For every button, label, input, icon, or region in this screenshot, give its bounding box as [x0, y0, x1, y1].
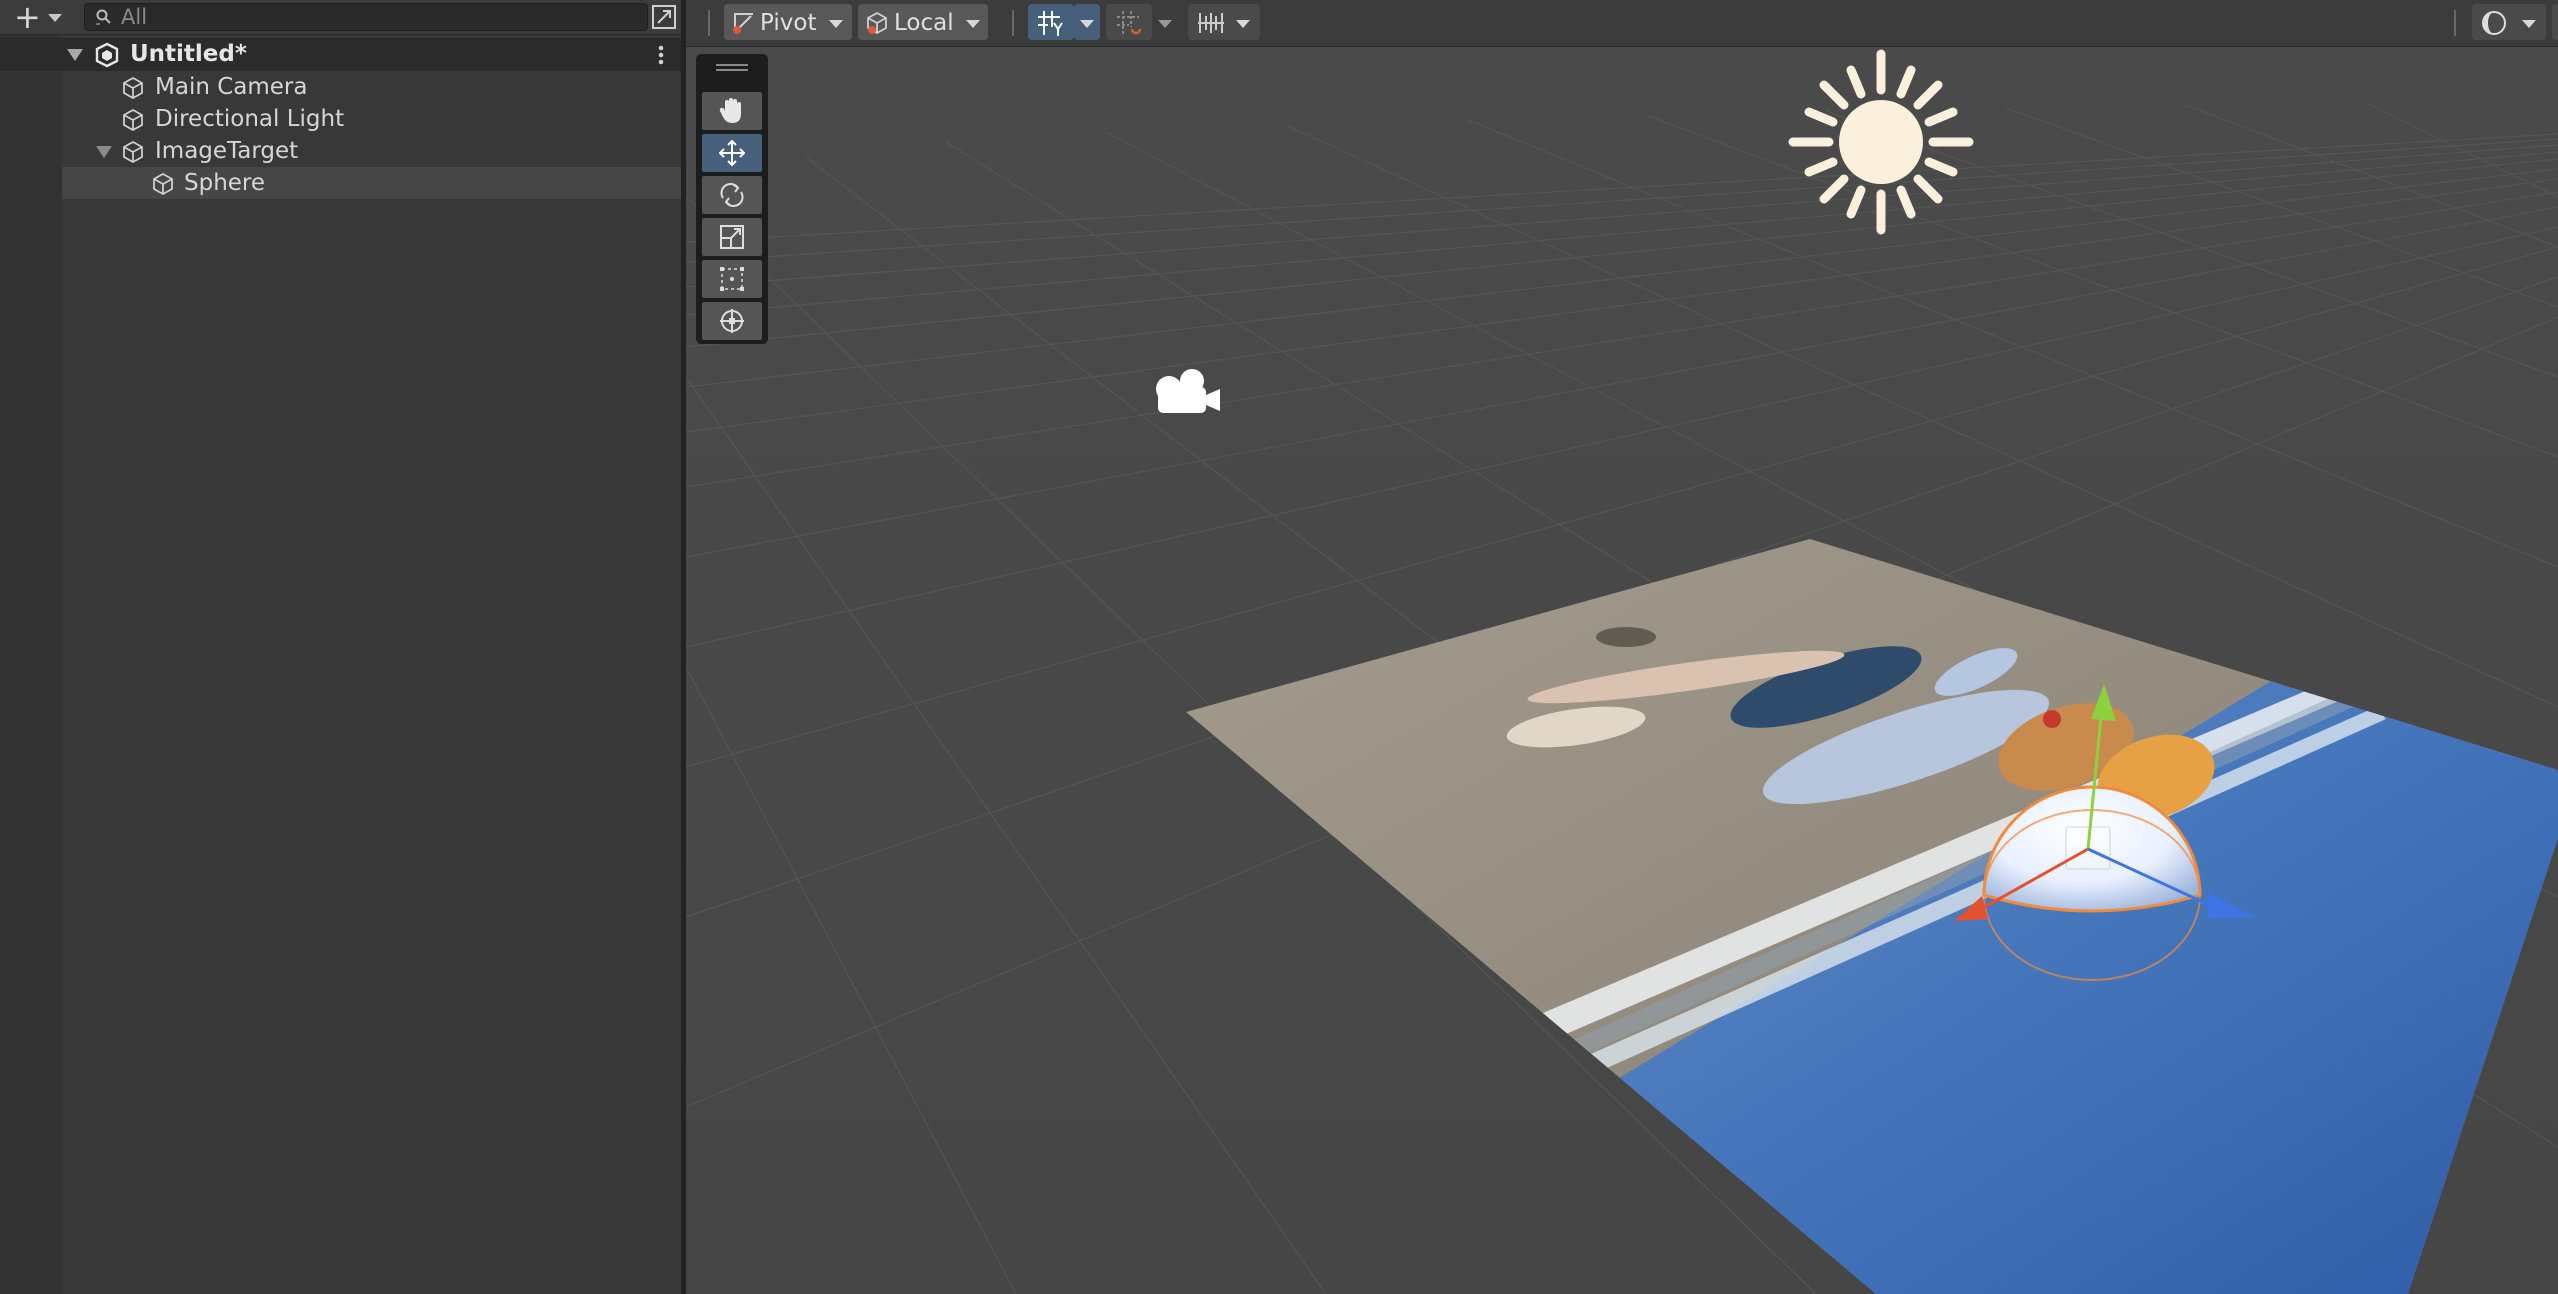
local-dropdown[interactable]: Local — [858, 4, 988, 40]
draw-mode-dropdown[interactable] — [2472, 4, 2546, 40]
grid-snapping-dropdown[interactable] — [1074, 4, 1100, 40]
palette-grip[interactable] — [716, 64, 748, 66]
gameobject-cube-icon — [123, 108, 143, 132]
toolbar-overflow[interactable] — [2552, 4, 2558, 40]
hierarchy-item-label: ImageTarget — [155, 138, 299, 164]
toolbar-grip — [708, 10, 710, 36]
plus-icon: + — [14, 0, 41, 36]
hierarchy-item-label: Sphere — [184, 170, 266, 196]
hierarchy-gutter — [0, 35, 62, 1294]
maximize-icon[interactable] — [650, 3, 678, 31]
palette-grip — [716, 69, 748, 71]
transform-icon — [720, 309, 744, 333]
hierarchy-item-label: Directional Light — [155, 106, 345, 132]
scale-icon — [720, 225, 744, 249]
tool-palette — [696, 54, 768, 344]
hierarchy-item-imagetarget[interactable]: ImageTarget — [0, 135, 681, 167]
chevron-down-icon — [1158, 20, 1172, 28]
chevron-down-icon — [966, 20, 980, 28]
hierarchy-search[interactable] — [84, 3, 648, 31]
hierarchy-item-directional-light[interactable]: Directional Light — [0, 103, 681, 135]
move-tool-button[interactable] — [702, 134, 762, 172]
gameobject-cube-icon — [123, 140, 143, 164]
increment-snap-dropdown[interactable] — [1152, 4, 1178, 40]
search-icon — [96, 9, 111, 25]
hand-tool-button[interactable] — [702, 92, 762, 130]
unity-scene-icon — [95, 42, 119, 68]
scene-view: Pivot Local — [686, 0, 2558, 1294]
rotate-tool-button[interactable] — [702, 176, 762, 214]
hierarchy-item-main-camera[interactable]: Main Camera — [0, 71, 681, 103]
pivot-icon — [733, 13, 753, 34]
scene-row[interactable]: Untitled* — [0, 38, 681, 71]
fold-down-icon[interactable] — [67, 49, 83, 61]
pivot-dropdown[interactable]: Pivot — [724, 4, 852, 40]
hierarchy-item-sphere[interactable]: Sphere — [62, 167, 681, 199]
shading-mode-icon — [2482, 11, 2506, 35]
snap-settings-dropdown[interactable] — [1188, 4, 1260, 40]
gameobject-cube-icon — [123, 76, 143, 100]
chevron-down-icon — [2522, 20, 2536, 28]
toolbar-separator — [1012, 10, 1014, 36]
add-object-button[interactable]: + — [8, 0, 68, 36]
increment-snap-icon — [1117, 11, 1142, 35]
move-icon — [718, 139, 746, 167]
gameobject-cube-icon — [153, 172, 173, 196]
increment-snap-toggle[interactable] — [1106, 4, 1152, 40]
toolbar-separator — [2454, 10, 2456, 36]
scene-name: Untitled* — [130, 41, 247, 67]
chevron-down-icon — [1080, 20, 1094, 28]
rect-tool-button[interactable] — [702, 260, 762, 298]
ruler-icon — [1198, 13, 1224, 33]
chevron-down-icon — [1236, 20, 1250, 28]
local-label: Local — [894, 10, 954, 36]
chevron-down-icon — [48, 14, 62, 22]
scale-tool-button[interactable] — [702, 218, 762, 256]
fold-down-icon[interactable] — [96, 146, 112, 158]
rotate-icon — [720, 183, 744, 207]
scene-canvas — [686, 47, 2558, 1294]
hand-icon — [719, 98, 741, 123]
pivot-label: Pivot — [760, 10, 817, 36]
hierarchy-item-label: Main Camera — [155, 74, 308, 100]
hierarchy-panel: + Untitled* — [0, 0, 686, 1294]
hierarchy-toolbar: + — [0, 0, 681, 35]
kebab-menu-icon[interactable] — [655, 44, 667, 66]
grid-snap-icon — [1038, 11, 1063, 36]
scene-viewport[interactable] — [686, 47, 2558, 1294]
rect-transform-icon — [720, 267, 744, 291]
scene-toolbar: Pivot Local — [686, 0, 2558, 47]
search-input[interactable] — [121, 4, 621, 30]
transform-tool-button[interactable] — [702, 302, 762, 340]
local-cube-icon — [867, 11, 887, 35]
chevron-down-icon — [829, 20, 843, 28]
grid-snapping-toggle[interactable] — [1028, 4, 1074, 40]
